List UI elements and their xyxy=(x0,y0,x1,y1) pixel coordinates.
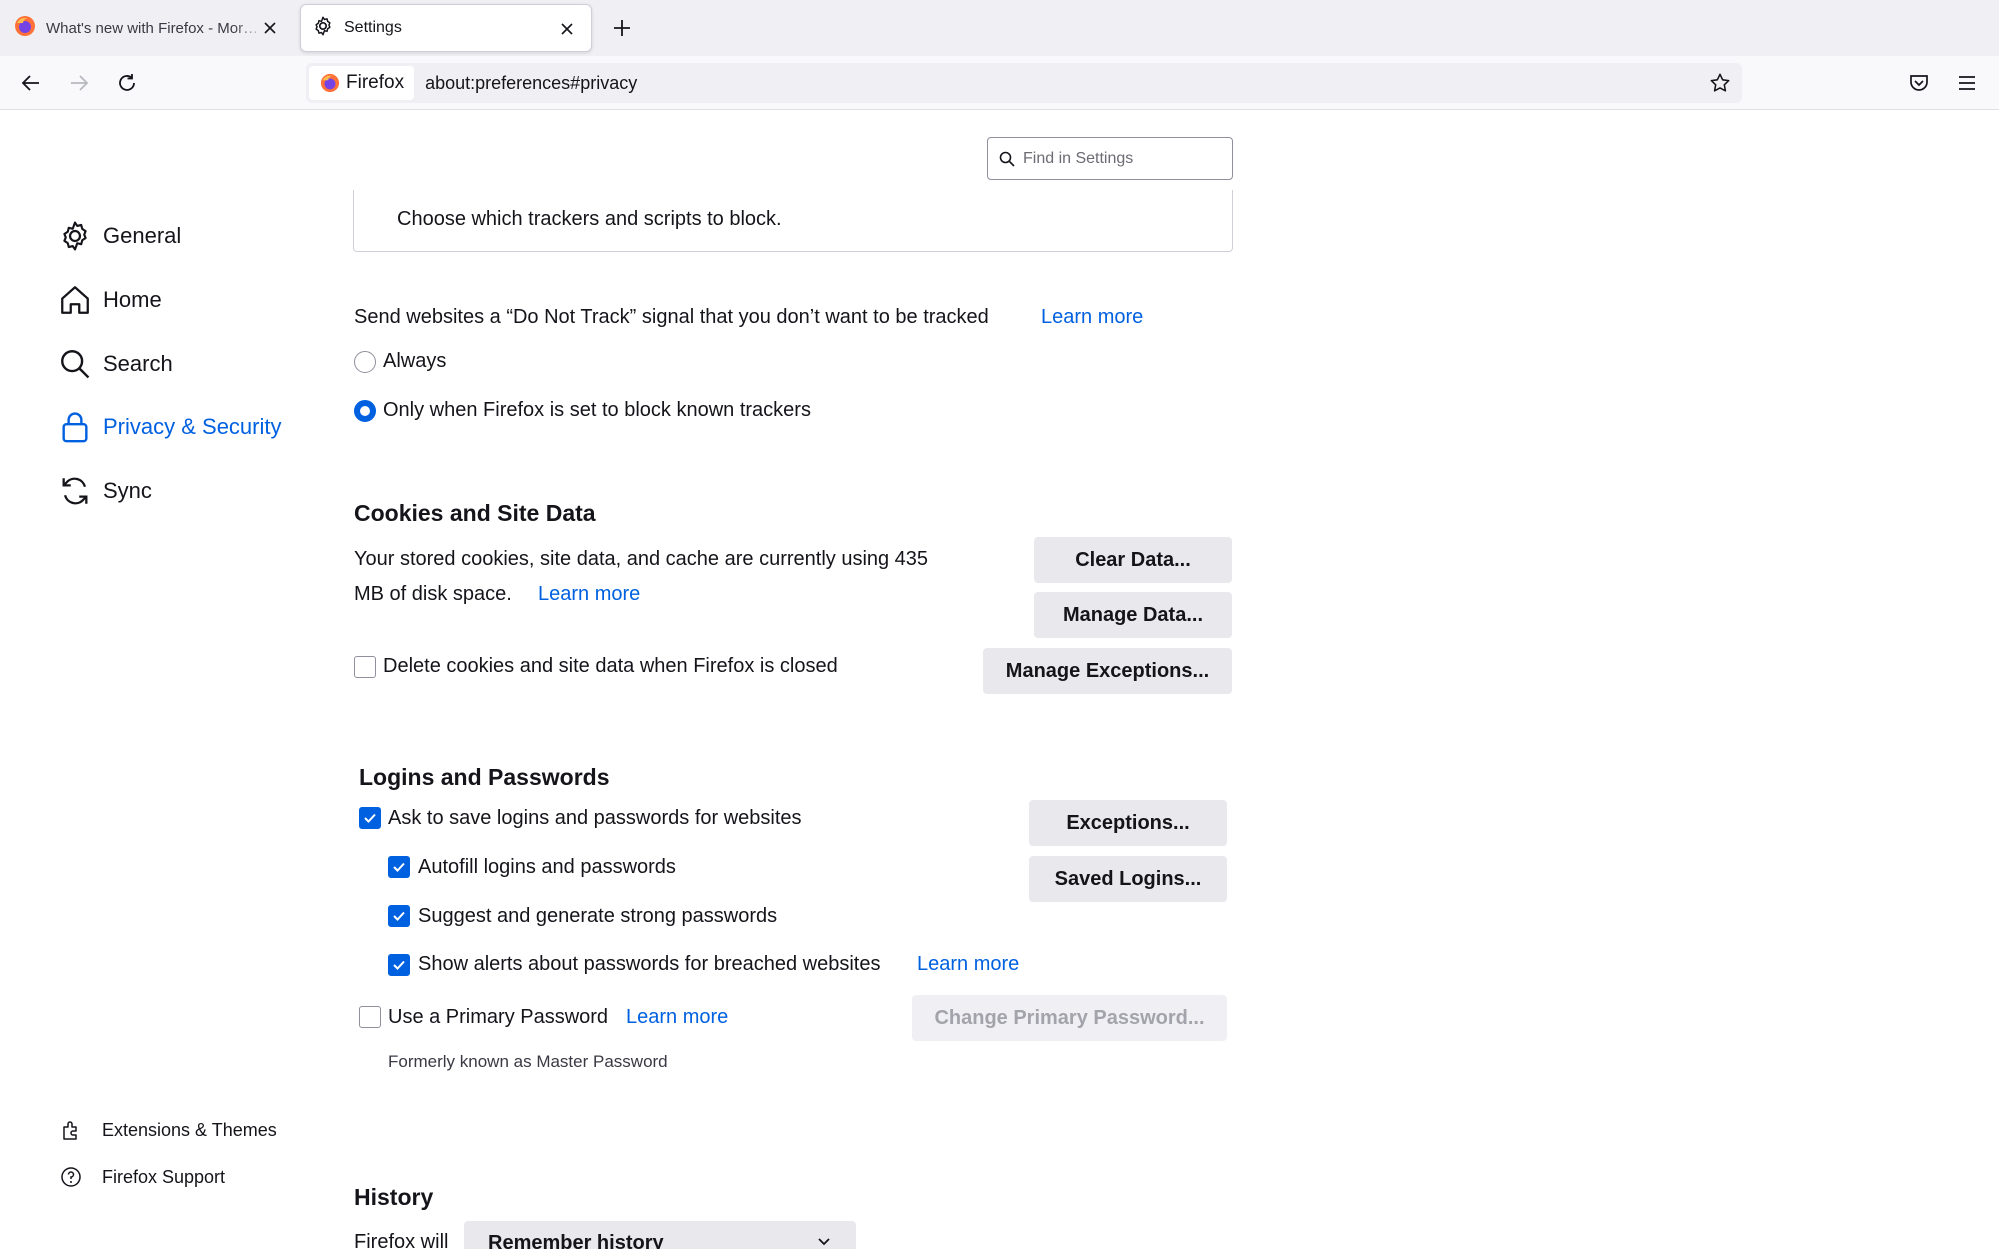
pocket-button[interactable] xyxy=(1903,67,1935,99)
sidebar-item-label: General xyxy=(103,223,182,248)
sync-icon xyxy=(62,477,88,505)
sidebar-item-label: Privacy & Security xyxy=(103,414,282,439)
primary-password-checkbox[interactable] xyxy=(359,1006,381,1028)
clear-data-button[interactable]: Clear Data... xyxy=(1034,537,1232,583)
primary-password-label[interactable]: Use a Primary Password xyxy=(388,1006,608,1029)
checkmark-icon xyxy=(393,960,405,970)
sidebar-item-search[interactable]: Search xyxy=(58,342,173,386)
dnt-always-radio[interactable] xyxy=(354,351,376,373)
find-in-settings[interactable] xyxy=(987,137,1233,180)
extensions-themes-label: Extensions & Themes xyxy=(102,1119,277,1140)
history-mode-value: Remember history xyxy=(488,1231,664,1249)
dnt-description: Send websites a “Do Not Track” signal th… xyxy=(354,306,989,328)
search-icon xyxy=(61,350,90,379)
cookies-learn-more-link[interactable]: Learn more xyxy=(538,583,640,606)
firefox-support-label: Firefox Support xyxy=(102,1166,226,1187)
home-icon xyxy=(61,286,89,314)
breach-alerts-learn-more-link[interactable]: Learn more xyxy=(917,953,1019,976)
sidebar-item-sync[interactable]: Sync xyxy=(58,469,152,513)
firefox-logo-icon xyxy=(14,15,36,42)
pocket-icon xyxy=(1910,75,1928,91)
forward-button[interactable] xyxy=(63,67,95,99)
formerly-master-password-note: Formerly known as Master Password xyxy=(388,1052,668,1071)
dnt-only-radio[interactable] xyxy=(354,400,376,422)
tab-settings[interactable]: Settings xyxy=(300,4,592,52)
tab-whats-new[interactable]: What's new with Firefox - More protectio… xyxy=(0,4,290,52)
close-tab-icon[interactable] xyxy=(258,16,282,40)
delete-cookies-label[interactable]: Delete cookies and site data when Firefo… xyxy=(383,655,838,678)
gear-icon xyxy=(312,15,334,42)
saved-logins-button[interactable]: Saved Logins... xyxy=(1029,856,1227,902)
cookies-usage-line2: MB of disk space. xyxy=(354,583,512,605)
plus-icon xyxy=(614,20,630,36)
tab-title: Settings xyxy=(344,19,402,36)
checkmark-icon xyxy=(393,862,405,872)
back-arrow-icon xyxy=(21,75,39,91)
history-firefox-will-label: Firefox will xyxy=(354,1231,449,1249)
extensions-themes-link[interactable]: Extensions & Themes xyxy=(60,1115,277,1145)
firefox-support-link[interactable]: Firefox Support xyxy=(60,1162,225,1192)
manage-data-button[interactable]: Manage Data... xyxy=(1034,592,1232,638)
logins-exceptions-button[interactable]: Exceptions... xyxy=(1029,800,1227,846)
search-input[interactable] xyxy=(1023,149,1223,168)
navigation-toolbar: Firefox about:preferences#privacy xyxy=(0,56,1999,110)
suggest-passwords-label[interactable]: Suggest and generate strong passwords xyxy=(418,905,777,928)
url-bar[interactable]: Firefox about:preferences#privacy xyxy=(306,63,1742,103)
autofill-checkbox[interactable] xyxy=(388,856,410,878)
change-primary-password-button[interactable]: Change Primary Password... xyxy=(912,995,1227,1041)
identity-label: Firefox xyxy=(346,72,405,93)
ask-save-logins-checkbox[interactable] xyxy=(359,807,381,829)
sidebar-item-label: Search xyxy=(103,351,173,376)
dnt-only-label[interactable]: Only when Firefox is set to block known … xyxy=(383,399,811,422)
checkmark-icon xyxy=(364,813,376,823)
autofill-label[interactable]: Autofill logins and passwords xyxy=(418,856,676,879)
history-heading: History xyxy=(354,1184,434,1210)
dnt-always-label[interactable]: Always xyxy=(383,350,446,373)
breach-alerts-checkbox[interactable] xyxy=(388,954,410,976)
sidebar-item-home[interactable]: Home xyxy=(58,278,162,322)
identity-box[interactable]: Firefox xyxy=(309,66,415,100)
sidebar-item-label: Sync xyxy=(103,478,152,503)
tab-title: What's new with Firefox - More protectio… xyxy=(46,19,266,37)
gear-icon xyxy=(63,221,87,251)
reload-icon xyxy=(119,74,135,91)
bookmark-star-icon[interactable] xyxy=(1708,71,1732,95)
ask-save-logins-label[interactable]: Ask to save logins and passwords for web… xyxy=(388,807,802,830)
close-tab-icon[interactable] xyxy=(555,17,579,41)
dnt-learn-more-link[interactable]: Learn more xyxy=(1041,306,1143,329)
sidebar-item-privacy[interactable]: Privacy & Security xyxy=(58,405,282,449)
tracking-custom-description: Choose which trackers and scripts to blo… xyxy=(397,208,782,230)
checkmark-icon xyxy=(393,911,405,921)
history-mode-select[interactable]: Remember history xyxy=(464,1221,856,1249)
app-menu-button[interactable] xyxy=(1951,67,1983,99)
chevron-down-icon xyxy=(818,1238,830,1246)
forward-arrow-icon xyxy=(71,75,89,91)
reload-button[interactable] xyxy=(111,67,143,99)
suggest-passwords-checkbox[interactable] xyxy=(388,905,410,927)
lock-icon xyxy=(62,412,88,443)
firefox-logo-icon xyxy=(320,73,340,93)
logins-heading: Logins and Passwords xyxy=(359,764,610,790)
url-text[interactable]: about:preferences#privacy xyxy=(425,73,637,94)
back-button[interactable] xyxy=(15,67,47,99)
primary-password-learn-more-link[interactable]: Learn more xyxy=(626,1006,728,1029)
tab-strip: What's new with Firefox - More protectio… xyxy=(0,0,1999,56)
sidebar-item-label: Home xyxy=(103,287,162,312)
hamburger-menu-icon xyxy=(1959,76,1975,90)
cookies-usage-line1: Your stored cookies, site data, and cach… xyxy=(354,548,929,570)
search-icon xyxy=(999,151,1015,167)
new-tab-button[interactable] xyxy=(606,12,638,44)
cookies-heading: Cookies and Site Data xyxy=(354,500,596,526)
breach-alerts-label[interactable]: Show alerts about passwords for breached… xyxy=(418,953,880,976)
manage-exceptions-button[interactable]: Manage Exceptions... xyxy=(983,648,1232,694)
tracking-custom-box: Choose which trackers and scripts to blo… xyxy=(353,190,1233,252)
sidebar-item-general[interactable]: General xyxy=(58,214,181,258)
delete-cookies-checkbox[interactable] xyxy=(354,656,376,678)
help-icon xyxy=(61,1167,81,1187)
puzzle-icon xyxy=(63,1121,77,1140)
